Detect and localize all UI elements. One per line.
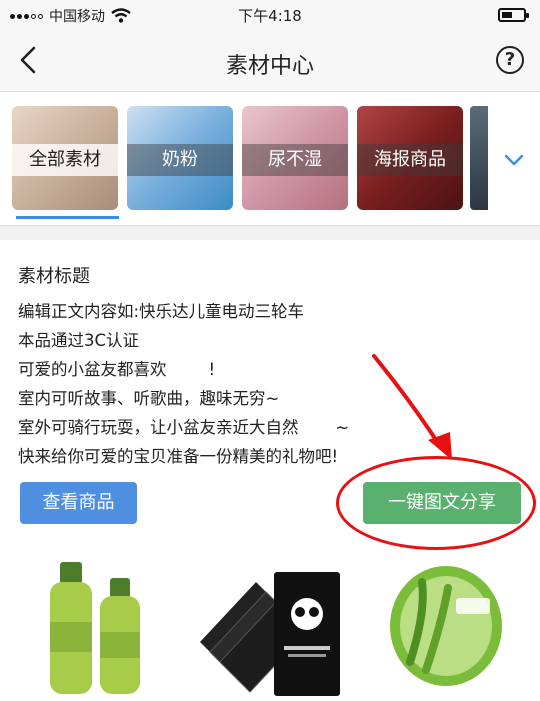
view-product-button[interactable]: 查看商品 <box>20 482 137 524</box>
body-text-line: 本品通过3C认证 <box>18 331 140 350</box>
category-tile-partial[interactable] <box>470 106 488 210</box>
category-tile-poster-products[interactable]: 海报商品 <box>357 106 463 210</box>
nav-bar: 素材中心 ? <box>0 30 540 92</box>
page-title: 素材中心 <box>225 54 314 79</box>
body-text-line: 编辑正文内容如:快乐达儿童电动三轮车 <box>18 302 305 321</box>
category-label: 尿不湿 <box>242 144 348 176</box>
product-image-innisfree[interactable] <box>36 552 166 700</box>
material-title: 素材标题 <box>18 266 90 287</box>
body-text-line: 可爱的小盆友都喜欢 ! <box>18 360 216 379</box>
product-image-panda-mask[interactable] <box>196 552 346 700</box>
category-tile-all[interactable]: 全部素材 <box>12 106 118 210</box>
active-tab-indicator <box>16 216 119 219</box>
category-strip: 全部素材 奶粉 尿不湿 海报商品 <box>0 92 540 226</box>
category-label: 全部素材 <box>12 144 118 176</box>
category-label: 海报商品 <box>357 144 463 176</box>
annotation-circle <box>336 456 536 550</box>
category-tile-diapers[interactable]: 尿不湿 <box>242 106 348 210</box>
help-icon[interactable]: ? <box>496 46 524 74</box>
category-label: 奶粉 <box>127 144 233 176</box>
status-time: 下午4:18 <box>238 7 302 25</box>
battery-icon <box>498 8 529 22</box>
annotation-arrow <box>372 354 452 460</box>
product-image-aloe-gel[interactable] <box>386 552 506 700</box>
body-text-line: 室内可听故事、听歌曲，趣味无穷~ <box>18 389 280 408</box>
status-bar: 中国移动 下午4:18 <box>0 0 540 30</box>
category-tile-milk-powder[interactable]: 奶粉 <box>127 106 233 210</box>
body-text-line: 室外可骑行玩耍，让小盆友亲近大自然 ~ <box>18 418 350 437</box>
chevron-down-icon[interactable] <box>500 148 528 172</box>
body-text-line: 快来给你可爱的宝贝准备一份精美的礼物吧! <box>18 447 339 466</box>
